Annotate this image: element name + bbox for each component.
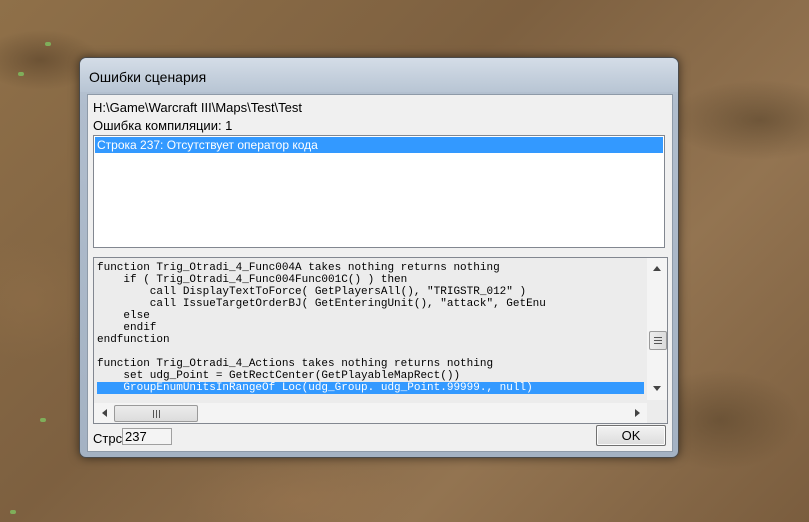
error-list-item[interactable]: Строка 237: Отсутствует оператор кода: [95, 137, 663, 153]
horizontal-scroll-thumb[interactable]: [114, 405, 198, 422]
grass-tuft: [10, 510, 16, 514]
code-line: if ( Trig_Otradi_4_Func004Func001C() ) t…: [97, 274, 408, 286]
error-list[interactable]: Строка 237: Отсутствует оператор кода: [93, 135, 665, 248]
arrow-right-icon[interactable]: [628, 403, 646, 423]
vertical-scrollbar[interactable]: [647, 258, 667, 400]
grass-tuft: [18, 72, 24, 76]
title-bar[interactable]: Ошибки сценария: [80, 58, 678, 92]
arrow-up-icon[interactable]: [647, 260, 667, 276]
arrow-down-icon[interactable]: [647, 380, 667, 396]
code-line: endfunction: [97, 334, 170, 346]
code-line: else: [97, 310, 150, 322]
code-line: call IssueTargetOrderBJ( GetEnteringUnit…: [97, 298, 546, 310]
code-line: endif: [97, 322, 157, 334]
window-title: Ошибки сценария: [89, 69, 207, 85]
code-text-area[interactable]: function Trig_Otradi_4_Func004A takes no…: [97, 262, 644, 394]
map-path: H:\Game\Warcraft III\Maps\Test\Test: [93, 100, 303, 115]
line-number-field[interactable]: 237: [122, 428, 172, 445]
line-number-label: Стрс: [93, 431, 123, 446]
grip-icon: [654, 337, 662, 344]
grip-icon: [152, 409, 160, 418]
scrollbar-corner: [647, 401, 667, 423]
compile-error-count: Ошибка компиляции: 1: [93, 118, 233, 133]
vertical-scroll-thumb[interactable]: [649, 331, 667, 350]
dialog-client-area: H:\Game\Warcraft III\Maps\Test\Test Ошиб…: [87, 94, 673, 452]
grass-tuft: [45, 42, 51, 46]
code-line: call DisplayTextToForce( GetPlayersAll()…: [97, 286, 527, 298]
horizontal-scrollbar[interactable]: [94, 403, 647, 423]
code-view[interactable]: function Trig_Otradi_4_Func004A takes no…: [93, 257, 668, 424]
grass-tuft: [40, 418, 46, 422]
code-line: function Trig_Otradi_4_Func004A takes no…: [97, 262, 500, 274]
arrow-left-icon[interactable]: [95, 403, 113, 423]
ok-button[interactable]: OK: [596, 425, 666, 446]
code-line: function Trig_Otradi_4_Actions takes not…: [97, 358, 494, 370]
code-line: set udg_Point = GetRectCenter(GetPlayabl…: [97, 370, 461, 382]
code-line-selected: GroupEnumUnitsInRangeOf Loc(udg_Group. u…: [97, 382, 644, 394]
script-errors-dialog: Ошибки сценария H:\Game\Warcraft III\Map…: [79, 57, 679, 458]
